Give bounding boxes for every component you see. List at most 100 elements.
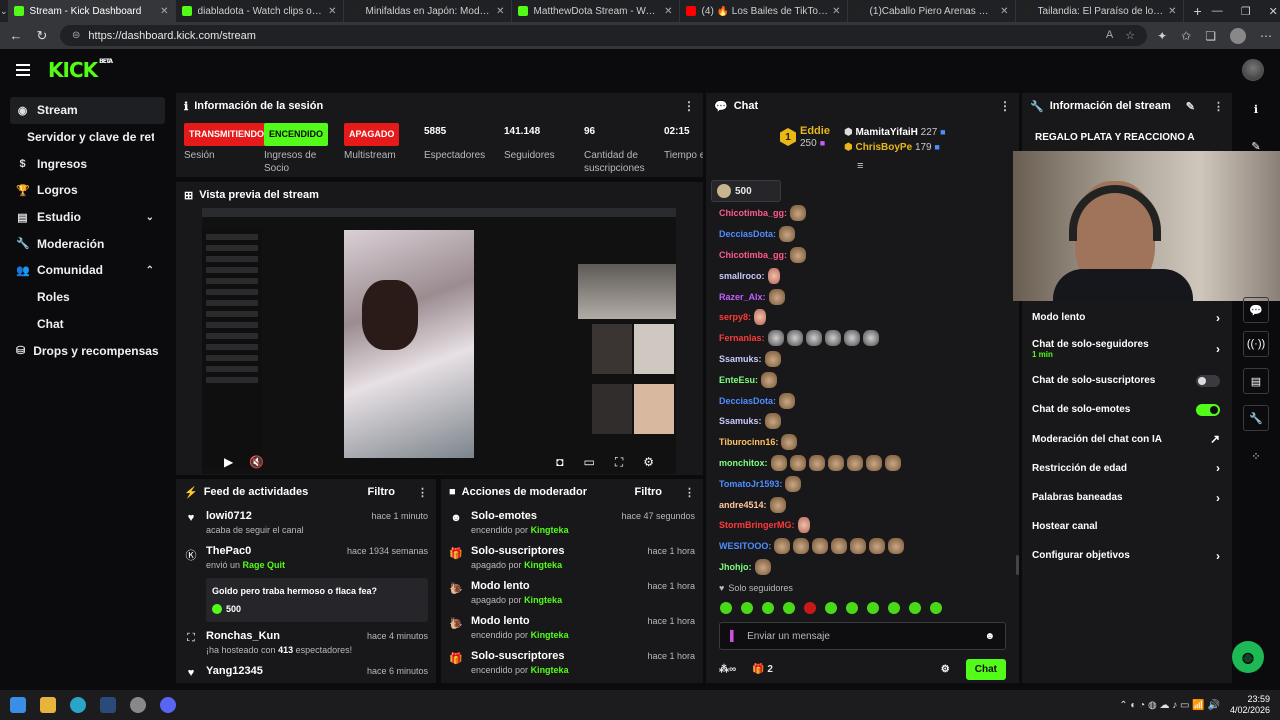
mod-action-item[interactable]: 🐌 Modo lento hace 1 hora encendido por King… bbox=[441, 614, 703, 642]
reload-icon[interactable]: ↻ bbox=[34, 28, 50, 44]
browser-tab[interactable]: Minifaldas en Japón: Moda y Cult✕ bbox=[344, 0, 512, 22]
chat-message[interactable]: Razer_Alx: bbox=[719, 286, 1009, 307]
back-icon[interactable]: ← bbox=[8, 28, 24, 43]
chat-message[interactable]: TomatoJr1593: bbox=[719, 473, 1009, 494]
chat-username[interactable]: TomatoJr1593: bbox=[719, 479, 782, 489]
chat-message[interactable]: WESITOOO: bbox=[719, 536, 1009, 557]
emote-button[interactable] bbox=[930, 602, 942, 614]
settings-icon[interactable]: ⚙ bbox=[643, 455, 654, 470]
browser-tab[interactable]: (4) 🔥 Los Bailes de TikTok Más V✕ bbox=[680, 0, 848, 22]
chat-username[interactable]: Ssamuks: bbox=[719, 354, 762, 364]
chat-message[interactable]: monchitox: bbox=[719, 453, 1009, 474]
minimize-icon[interactable]: — bbox=[1212, 5, 1223, 18]
emoji-picker-icon[interactable]: ☻ bbox=[984, 631, 995, 642]
pencil-icon[interactable]: ✎ bbox=[1243, 133, 1269, 159]
url-field[interactable]: ⊜ https://dashboard.kick.com/stream A ☆ bbox=[60, 25, 1148, 46]
file-explorer-icon[interactable] bbox=[40, 697, 56, 713]
sidebar-item-logros[interactable]: 🏆 Logros bbox=[0, 177, 170, 204]
expand-leaderboard-icon[interactable]: ≡ bbox=[857, 160, 863, 172]
session-menu-icon[interactable]: ⋮ bbox=[683, 99, 695, 113]
leader-third[interactable]: ⬢ ChrisBoyPe 179 ■ bbox=[844, 140, 946, 155]
read-aloud-icon[interactable]: A bbox=[1106, 29, 1113, 42]
add-widget-icon[interactable]: ⁘ bbox=[1243, 443, 1269, 469]
chat-message[interactable]: Ssamuks: bbox=[719, 411, 1009, 432]
chat-username[interactable]: monchitox: bbox=[719, 458, 768, 468]
sidebar-item-stream[interactable]: ◉ Stream bbox=[10, 97, 165, 124]
kick-logo[interactable]: KICK BETA bbox=[48, 58, 113, 82]
chat-username[interactable]: DecciasDota: bbox=[719, 229, 776, 239]
user-avatar[interactable] bbox=[1242, 59, 1264, 81]
chat-username[interactable]: Fernanlas: bbox=[719, 333, 765, 343]
feed-item[interactable]: ⛶ Ronchas_Kun hace 4 minutos ¡ha hosteado c… bbox=[176, 629, 436, 657]
feed-item[interactable]: Ⓚ ThePac0 hace 1934 semanas envió un Rage Q… bbox=[176, 544, 436, 622]
chat-message[interactable]: DecciasDota: bbox=[719, 390, 1009, 411]
chat-message[interactable]: serpy8: bbox=[719, 307, 1009, 328]
chat-username[interactable]: Chicotimba_gg: bbox=[719, 250, 787, 260]
chat-setting-item[interactable]: Chat de solo-emotes bbox=[1022, 395, 1232, 424]
leader-second[interactable]: ⬢ MamitaYifaiH 227 ■ bbox=[844, 125, 946, 140]
mod-action-item[interactable]: 🎁 Solo-suscriptores hace 1 hora encendido p… bbox=[441, 649, 703, 677]
hamburger-menu-icon[interactable] bbox=[16, 64, 30, 76]
chat-input[interactable]: ▌ Enviar un mensaje ☻ bbox=[719, 622, 1006, 650]
edge-icon[interactable] bbox=[70, 697, 86, 713]
mod-action-item[interactable]: 🎁 Solo-suscriptores hace 1 hora apagado por… bbox=[441, 544, 703, 572]
feed-username[interactable]: ThePac0 bbox=[206, 544, 251, 558]
chat-message[interactable]: andre4514: bbox=[719, 494, 1009, 515]
infinity-icon[interactable]: ⁂∞ bbox=[719, 664, 736, 675]
edit-pencil-icon[interactable]: ✎ bbox=[1186, 100, 1195, 113]
site-info-icon[interactable]: ⊜ bbox=[72, 30, 80, 41]
browser-tab[interactable]: Stream - Kick Dashboard ✕ bbox=[7, 0, 176, 22]
chat-message[interactable]: Chicotimba_gg: bbox=[719, 245, 1009, 266]
moderator-name[interactable]: Kingteka bbox=[531, 630, 569, 640]
feed-username[interactable]: lowi0712 bbox=[206, 509, 252, 523]
tab-close-icon[interactable]: ✕ bbox=[160, 6, 168, 17]
mod-filter-button[interactable]: Filtro bbox=[635, 486, 663, 498]
chat-message[interactable]: EnteEsu: bbox=[719, 369, 1009, 390]
chat-username[interactable]: StormBringerMG: bbox=[719, 520, 795, 530]
chat-username[interactable]: smallroco: bbox=[719, 271, 765, 281]
chat-username[interactable]: serpy8: bbox=[719, 312, 751, 322]
tab-close-icon[interactable]: ✕ bbox=[496, 6, 504, 17]
emote-button[interactable] bbox=[804, 602, 816, 614]
tab-close-icon[interactable]: ✕ bbox=[1000, 6, 1008, 17]
chat-message[interactable]: DecciasDota: bbox=[719, 224, 1009, 245]
chat-toggle-icon[interactable]: 💬 bbox=[1243, 297, 1269, 323]
broadcast-icon[interactable]: ((·)) bbox=[1243, 331, 1269, 357]
fullscreen-icon[interactable]: ⛶ bbox=[615, 455, 623, 470]
chat-setting-item[interactable]: Configurar objetivos › bbox=[1022, 541, 1232, 570]
emote-button[interactable] bbox=[846, 602, 858, 614]
tray-icons[interactable]: ⌃ ◐ ◔ ◍ ☁ ♪ ▭ 📶 🔊 bbox=[1119, 700, 1220, 711]
chat-username[interactable]: EnteEsu: bbox=[719, 375, 758, 385]
obs-icon[interactable] bbox=[130, 697, 146, 713]
chat-username[interactable]: Chicotimba_gg: bbox=[719, 208, 787, 218]
chat-setting-item[interactable]: Palabras baneadas › bbox=[1022, 483, 1232, 512]
chat-setting-item[interactable]: Chat de solo-suscriptores bbox=[1022, 366, 1232, 395]
emote-button[interactable] bbox=[783, 602, 795, 614]
feed-username[interactable]: Yang12345 bbox=[206, 664, 263, 678]
chat-setting-item[interactable]: Restricción de edad › bbox=[1022, 454, 1232, 483]
browser-tab[interactable]: Tailandia: El Paraíso de los Jubilac✕ bbox=[1016, 0, 1184, 22]
emote-button[interactable] bbox=[909, 602, 921, 614]
chat-settings-icon[interactable]: ⚙ bbox=[941, 664, 950, 675]
moderation-queue-icon[interactable]: ▤ bbox=[1243, 368, 1269, 394]
chat-username[interactable]: Razer_Alx: bbox=[719, 292, 766, 302]
stream-preview-video[interactable]: ▶ 🔇 ◘ ▭ ⛶ ⚙ bbox=[202, 208, 676, 474]
chat-menu-icon[interactable]: ⋮ bbox=[999, 99, 1011, 113]
emote-button[interactable] bbox=[720, 602, 732, 614]
sidebar-item-server-key[interactable]: Servidor y clave de retransmisión bbox=[0, 124, 170, 151]
tools-icon[interactable]: 🔧 bbox=[1243, 405, 1269, 431]
mod-action-item[interactable]: ☻ Solo-emotes hace 47 segundos encendido po… bbox=[441, 509, 703, 537]
emote-button[interactable] bbox=[888, 602, 900, 614]
chat-username[interactable]: Tiburocinn16: bbox=[719, 437, 778, 447]
browser-tab[interactable]: MatthewDota Stream - Watch Liv✕ bbox=[512, 0, 680, 22]
chat-scrollbar[interactable] bbox=[1016, 555, 1019, 575]
browser-tab[interactable]: diabladota - Watch clips on Kick✕ bbox=[176, 0, 344, 22]
feed-menu-icon[interactable]: ⋮ bbox=[417, 486, 428, 499]
chat-setting-item[interactable]: Hostear canal bbox=[1022, 512, 1232, 541]
send-chat-button[interactable]: Chat bbox=[965, 658, 1006, 680]
start-icon[interactable] bbox=[10, 697, 26, 713]
emote-button[interactable] bbox=[741, 602, 753, 614]
mute-icon[interactable]: 🔇 bbox=[249, 455, 264, 469]
moderator-name[interactable]: Kingteka bbox=[531, 525, 569, 535]
feed-item[interactable]: ♥ lowi0712 hace 1 minuto acaba de seguir el… bbox=[176, 509, 436, 537]
